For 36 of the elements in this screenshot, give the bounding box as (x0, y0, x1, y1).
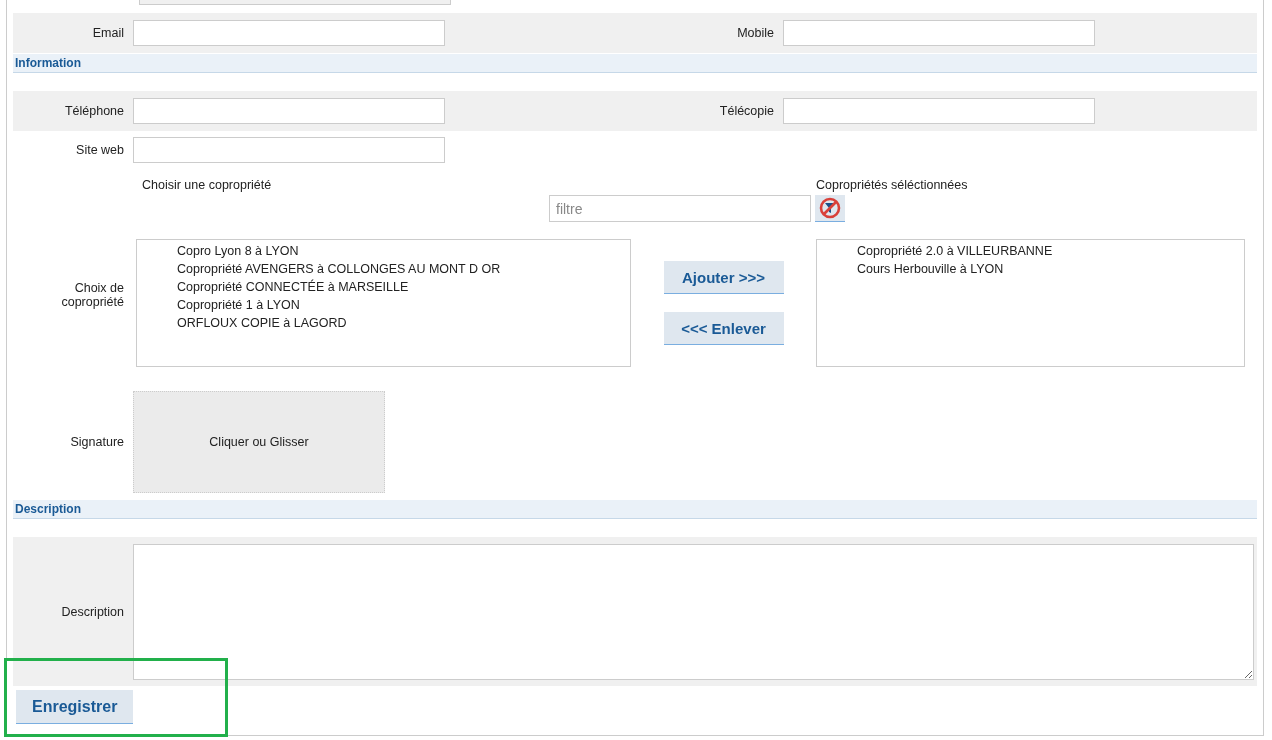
field-label: Téléphone (63, 104, 124, 118)
add-button[interactable]: Ajouter >>> (663, 261, 784, 294)
field-label: Choix de copropriété (60, 280, 124, 309)
field-label: Télécopie (718, 104, 774, 118)
remove-button[interactable]: <<< Enlever (663, 312, 784, 345)
list-title: Choisir une copropriété (141, 177, 273, 193)
field-label: Signature (69, 435, 124, 449)
clear-filter-button[interactable] (815, 195, 845, 222)
field-label: Mobile (736, 26, 774, 40)
input-field[interactable] (139, 0, 451, 5)
upload-area[interactable]: Cliquer ou Glisser (133, 391, 385, 493)
field-label: Email (91, 26, 124, 40)
list-option[interactable]: Copropriété 2.0 à VILLEURBANNE (857, 242, 1244, 260)
input-field[interactable] (133, 137, 445, 163)
upload-prompt: Cliquer ou Glisser (209, 435, 309, 449)
filter-field[interactable]: filtre (549, 195, 811, 222)
list-option[interactable]: Copropriété AVENGERS à COLLONGES AU MONT D OR (177, 260, 630, 278)
text-area[interactable] (133, 544, 1254, 680)
section-header: Description (13, 500, 1257, 519)
list-title: Copropriétés séléctionnées (816, 177, 969, 193)
list-option[interactable]: Cours Herbouville à LYON (857, 260, 1244, 278)
clear-filter-icon (819, 197, 841, 219)
list-option[interactable]: ORFLOUX COPIE à LAGORD (177, 314, 630, 332)
field-label: Site web (75, 143, 124, 157)
section-header: Information (13, 54, 1257, 73)
listbox[interactable]: Copropriété 2.0 à VILLEURBANNE Cours Herbouville à LYON (816, 239, 1245, 367)
list-option[interactable]: Copropriété CONNECTÉE à MARSEILLE (177, 278, 630, 296)
input-field[interactable] (133, 20, 445, 46)
input-field[interactable] (783, 20, 1095, 46)
input-field[interactable] (133, 98, 445, 124)
listbox[interactable]: Copro Lyon 8 à LYON Copropriété AVENGERS à COLLONGES AU MONT D OR Copropriété CONNECTÉE à MARSEILLE Copropriété 1 à LYON ORFLOUX COPIE à LAGORD (136, 239, 631, 367)
input-field[interactable] (783, 98, 1095, 124)
list-option[interactable]: Copropriété 1 à LYON (177, 296, 630, 314)
field-label: Description (60, 605, 124, 619)
list-option[interactable]: Copro Lyon 8 à LYON (177, 242, 630, 260)
save-button[interactable]: Enregistrer (16, 690, 134, 724)
